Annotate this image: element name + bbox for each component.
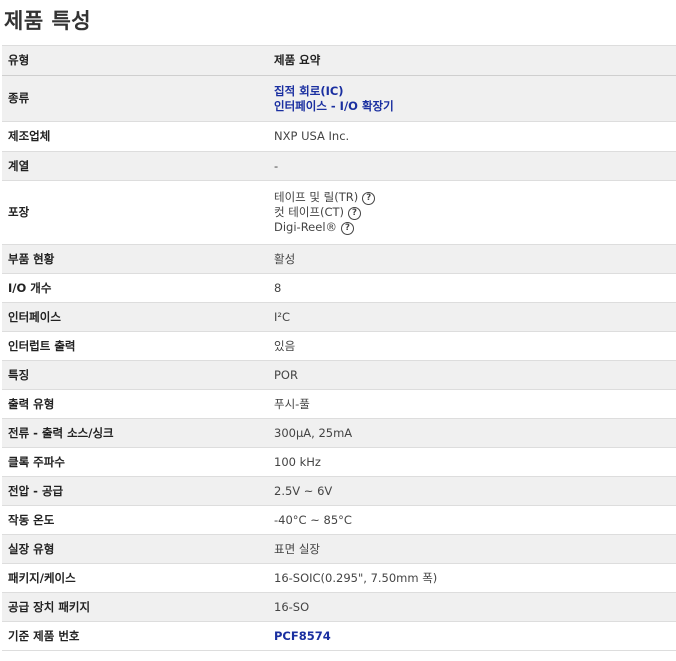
supplier-package-label: 공급 장치 패키지 [2,592,268,622]
current-label: 전류 - 출력 소스/싱크 [2,418,268,448]
manufacturer-label: 제조업체 [8,129,51,143]
mounting-label: 실장 유형 [2,534,268,564]
table-row-package-case: 패키지/케이스 16-SOIC(0.295", 7.50mm 폭) [2,564,676,593]
table-row-output-type: 출력 유형 푸시-풀 [2,390,676,419]
clock-label: 클록 주파수 [8,454,65,469]
table-row-clock: 클록 주파수 100 kHz [2,448,676,477]
features-label: 특징 [2,360,268,390]
table-row-part-status: 부품 현황 활성 [2,244,676,274]
table-row-manufacturer: 제조업체 NXP USA Inc. [2,122,676,152]
packaging-option-label: Digi-Reel® [274,220,338,234]
clock-value: 100 kHz [274,454,321,469]
io-count-value: 8 [274,280,282,295]
interface-label: 인터페이스 [2,302,268,332]
table-row-current: 전류 - 출력 소스/싱크 300µA, 25mA [2,418,676,448]
supplier-package-value: 16-SO [268,592,676,622]
features-value: POR [268,360,676,390]
product-attributes-page: 제품 특성 유형 제품 요약 종류 집적 회로(IC) 인터페이스 - I/O … [0,0,676,661]
output-type-value: 푸시-풀 [274,396,310,411]
table-row-series: 계열 - [2,151,676,181]
packaging-option-label: 컷 테이프(CT) [274,205,345,219]
category-link-io-expander[interactable]: 인터페이스 - I/O 확장기 [274,99,672,114]
table-row-features: 특징 POR [2,360,676,390]
mounting-value: 표면 실장 [268,534,676,564]
question-circle-icon[interactable]: ? [341,222,355,235]
packaging-option: 테이프 및 릴(TR)? [274,190,672,205]
interrupt-output-label: 인터럽트 출력 [8,338,76,353]
type-column-header: 유형 [2,45,268,76]
category-value: 집적 회로(IC) 인터페이스 - I/O 확장기 [268,75,676,122]
packaging-label: 포장 [8,205,30,219]
interface-value: I²C [268,302,676,332]
table-row-mounting: 실장 유형 표면 실장 [2,534,676,564]
question-circle-icon[interactable]: ? [348,207,362,220]
table-row-voltage: 전압 - 공급 2.5V ~ 6V [2,476,676,506]
part-status-value: 활성 [268,244,676,274]
base-part-label: 기준 제품 번호 [8,628,80,643]
packaging-option: Digi-Reel®? [274,220,672,235]
packaging-value: 테이프 및 릴(TR)? 컷 테이프(CT)? Digi-Reel®? [268,181,676,245]
voltage-value: 2.5V ~ 6V [268,476,676,506]
manufacturer-value: NXP USA Inc. [274,129,350,143]
table-row-io-count: I/O 개수 8 [2,274,676,303]
interrupt-output-value: 있음 [274,338,296,353]
temp-label: 작동 온도 [8,512,55,527]
product-attributes-table: 유형 제품 요약 종류 집적 회로(IC) 인터페이스 - I/O 확장기 제조… [2,45,676,651]
part-status-label: 부품 현황 [2,244,268,274]
packaging-option-label: 테이프 및 릴(TR) [274,190,359,204]
table-row-base-part: 기준 제품 번호 PCF8574 [2,622,676,651]
base-part-link[interactable]: PCF8574 [274,629,672,644]
table-row-temp: 작동 온도 -40°C ~ 85°C [2,506,676,535]
current-value: 300µA, 25mA [268,418,676,448]
voltage-label: 전압 - 공급 [2,476,268,506]
io-count-label: I/O 개수 [8,280,52,295]
page-title: 제품 특성 [4,9,92,33]
output-type-label: 출력 유형 [8,396,55,411]
question-circle-icon[interactable]: ? [362,192,376,205]
table-row-category: 종류 집적 회로(IC) 인터페이스 - I/O 확장기 [2,75,676,122]
summary-column-header: 제품 요약 [268,45,676,76]
temp-value: -40°C ~ 85°C [274,512,352,527]
table-row-supplier-package: 공급 장치 패키지 16-SO [2,592,676,622]
category-label: 종류 [2,75,268,122]
series-value: - [268,151,676,181]
table-row-interface: 인터페이스 I²C [2,302,676,332]
table-header-row: 유형 제품 요약 [2,45,676,76]
package-case-value: 16-SOIC(0.295", 7.50mm 폭) [274,570,438,585]
packaging-option: 컷 테이프(CT)? [274,205,672,220]
package-case-label: 패키지/케이스 [8,570,76,585]
category-link-ic[interactable]: 집적 회로(IC) [274,84,672,99]
series-label: 계열 [2,151,268,181]
table-row-packaging: 포장 테이프 및 릴(TR)? 컷 테이프(CT)? Digi-Reel®? [2,181,676,245]
table-row-interrupt-output: 인터럽트 출력 있음 [2,332,676,361]
base-part-value: PCF8574 [268,622,676,651]
